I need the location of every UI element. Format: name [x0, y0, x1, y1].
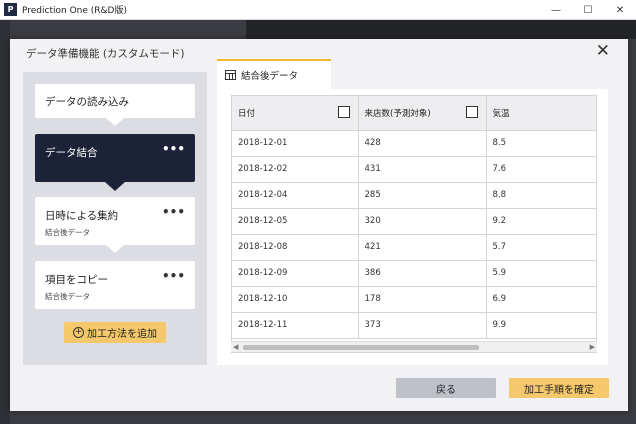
table-cell: 2018-12-08 [232, 234, 359, 261]
maximize-button[interactable]: ☐ [572, 0, 604, 20]
column-header-date: 日付 [232, 96, 359, 131]
table-cell: 178 [358, 286, 487, 313]
data-table-viewport[interactable]: 日付 来店数(予測対象) 気温 2018-12-01 428 8.5 2018-… [231, 95, 597, 353]
table-row: 2018-12-02 431 7.6 [232, 156, 596, 183]
table-cell: 9.2 [486, 208, 596, 235]
window-titlebar: P Prediction One (R&D版) — ☐ ✕ [0, 0, 636, 20]
table-cell: 2018-12-02 [232, 156, 359, 183]
background-sidebar [0, 20, 10, 424]
table-cell: 373 [358, 312, 487, 339]
back-button[interactable]: 戻る [396, 378, 496, 398]
table-cell: 7.6 [486, 156, 596, 183]
minimize-button[interactable]: — [540, 0, 572, 20]
column-header-label: 来店数(予測対象) [364, 108, 431, 119]
column-header-temperature: 気温 [486, 96, 596, 131]
dialog-title: データ準備機能 (カスタムモード) [26, 48, 185, 60]
table-row: 2018-12-08 421 5.7 [232, 234, 596, 261]
step-label: 日時による集約 [45, 210, 119, 222]
add-processing-label: 加工方法を追加 [87, 329, 157, 340]
table-cell: 8.8 [486, 182, 596, 209]
table-cell: 2018-12-11 [232, 312, 359, 339]
column-select-checkbox[interactable] [465, 106, 478, 118]
background-header [246, 20, 636, 39]
table-cell: 2018-12-01 [232, 130, 359, 157]
step-card-join-data[interactable]: データ結合 ••• [35, 134, 195, 182]
window-close-button[interactable]: ✕ [604, 0, 636, 20]
tab-joined-data[interactable]: 結合後データ [217, 59, 331, 89]
table-cell: 285 [358, 182, 487, 209]
table-row: 2018-12-10 178 6.9 [232, 286, 596, 313]
scrollbar-thumb[interactable] [243, 345, 479, 350]
step-card-load-data[interactable]: データの読み込み [35, 84, 195, 118]
table-cell: 2018-12-04 [232, 182, 359, 209]
add-processing-button[interactable]: + 加工方法を追加 [64, 322, 166, 343]
table-cell: 5.9 [486, 260, 596, 287]
table-cell: 431 [358, 156, 487, 183]
table-cell: 6.9 [486, 286, 596, 313]
step-label: データ結合 [45, 147, 98, 159]
step-connector-arrow [106, 118, 124, 126]
table-cell: 386 [358, 260, 487, 287]
column-select-checkbox[interactable] [337, 106, 350, 118]
table-header-row: 日付 来店数(予測対象) 気温 [232, 96, 596, 131]
window-controls: — ☐ ✕ [540, 0, 636, 20]
data-preview-panel: 日付 来店数(予測対象) 気温 2018-12-01 428 8.5 2018-… [217, 89, 608, 365]
table-cell: 9.9 [486, 312, 596, 339]
step-sublabel: 結合後データ [45, 292, 90, 301]
step-label: データの読み込み [45, 96, 129, 108]
data-table: 日付 来店数(予測対象) 気温 2018-12-01 428 8.5 2018-… [232, 96, 596, 339]
table-cell: 421 [358, 234, 487, 261]
table-row: 2018-12-11 373 9.9 [232, 312, 596, 339]
tab-label: 結合後データ [241, 71, 299, 82]
step-connector-arrow [106, 245, 124, 253]
table-row: 2018-12-05 320 9.2 [232, 208, 596, 235]
table-cell: 2018-12-05 [232, 208, 359, 235]
horizontal-scrollbar[interactable]: ◀ ▶ [231, 341, 597, 352]
table-row: 2018-12-04 285 8.8 [232, 182, 596, 209]
step-menu-icon[interactable]: ••• [162, 205, 185, 219]
table-row: 2018-12-01 428 8.5 [232, 130, 596, 157]
step-card-aggregate-by-date[interactable]: 日時による集約 結合後データ ••• [35, 197, 195, 245]
step-menu-icon[interactable]: ••• [162, 142, 185, 156]
plus-circle-icon: + [73, 327, 84, 338]
table-cell: 2018-12-10 [232, 286, 359, 313]
app-logo-icon: P [4, 3, 17, 16]
scroll-left-icon[interactable]: ◀ [233, 342, 238, 353]
window-title: Prediction One (R&D版) [22, 6, 127, 16]
column-header-label: 日付 [238, 108, 256, 119]
table-icon [225, 70, 236, 80]
step-label: 項目をコピー [45, 274, 108, 286]
step-connector-arrow [105, 182, 125, 191]
table-cell: 428 [358, 130, 487, 157]
table-cell: 2018-12-09 [232, 260, 359, 287]
table-cell: 8.5 [486, 130, 596, 157]
processing-steps-panel: データの読み込み データ結合 ••• 日時による集約 結合後データ ••• 項目… [23, 72, 207, 365]
table-cell: 5.7 [486, 234, 596, 261]
confirm-steps-button[interactable]: 加工手順を確定 [509, 378, 609, 398]
data-prep-dialog: データ準備機能 (カスタムモード) ✕ データの読み込み データ結合 ••• 日… [10, 39, 628, 411]
dialog-close-button[interactable]: ✕ [596, 43, 610, 60]
step-sublabel: 結合後データ [45, 228, 90, 237]
table-cell: 320 [358, 208, 487, 235]
step-card-copy-column[interactable]: 項目をコピー 結合後データ ••• [35, 261, 195, 309]
column-header-label: 気温 [492, 108, 510, 119]
step-menu-icon[interactable]: ••• [162, 269, 185, 283]
scroll-right-icon[interactable]: ▶ [590, 342, 595, 353]
column-header-visitors: 来店数(予測対象) [358, 96, 487, 131]
table-row: 2018-12-09 386 5.9 [232, 260, 596, 287]
